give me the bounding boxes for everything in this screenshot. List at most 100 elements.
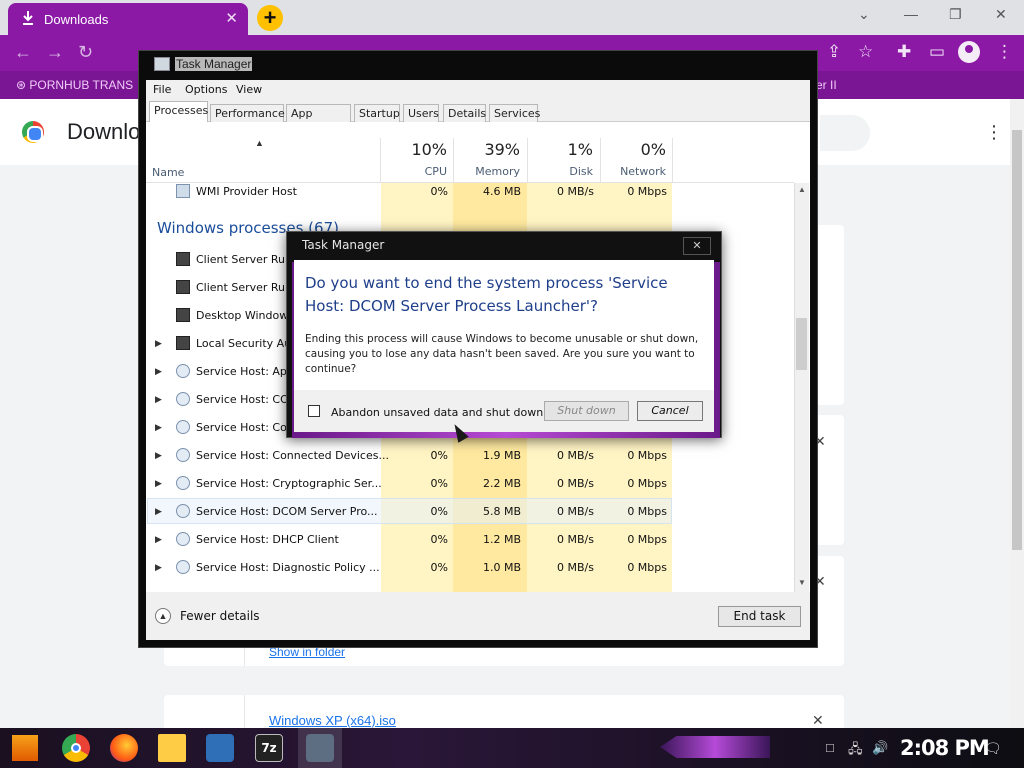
page-scrollbar-thumb[interactable] — [1012, 130, 1022, 550]
profile-icon[interactable] — [958, 41, 980, 63]
scrollbar-thumb[interactable] — [796, 318, 807, 370]
volume-icon[interactable]: 🔊 — [872, 740, 888, 756]
cpu-total[interactable]: 10% — [388, 140, 447, 159]
expand-arrow-icon[interactable]: ▶ — [155, 450, 162, 461]
process-memory: 2.2 MB — [482, 477, 521, 490]
expand-arrow-icon[interactable]: ▶ — [155, 534, 162, 545]
process-name[interactable]: Service Host: DHCP Client — [196, 533, 339, 546]
column-network[interactable]: Network — [606, 165, 666, 178]
file-explorer-icon[interactable] — [158, 734, 186, 762]
forward-button[interactable]: → — [46, 42, 64, 63]
tab-users[interactable]: Users — [403, 104, 439, 122]
minimize-button[interactable]: — — [904, 6, 918, 22]
expand-arrow-icon[interactable]: ▶ — [155, 394, 162, 405]
process-name[interactable]: WMI Provider Host — [196, 185, 297, 198]
fewer-details-icon[interactable]: ▲ — [155, 608, 171, 624]
process-disk: 0 MB/s — [557, 449, 594, 462]
column-cpu[interactable]: CPU — [388, 165, 447, 178]
menu-file[interactable]: File — [153, 83, 171, 96]
network-total[interactable]: 0% — [606, 140, 666, 159]
expand-arrow-icon[interactable]: ▶ — [155, 506, 162, 517]
process-name[interactable]: Local Security Au — [196, 337, 291, 350]
tab-details[interactable]: Details — [443, 104, 486, 122]
notification-icon[interactable]: 🗨 — [984, 740, 1002, 757]
service-gear-icon — [176, 504, 190, 518]
bookmark-item[interactable]: ⊛ PORNHUB TRANS — [16, 78, 133, 92]
column-name[interactable]: Name — [152, 166, 184, 179]
process-network: 0 Mbps — [627, 185, 667, 198]
tab-processes[interactable]: Processes — [149, 101, 208, 123]
7zip-icon[interactable]: 7z — [255, 734, 283, 762]
page-menu-icon[interactable]: ⋮ — [985, 122, 1003, 143]
column-separator — [672, 138, 673, 183]
abandon-data-label[interactable]: Abandon unsaved data and shut down. — [331, 406, 547, 419]
process-name[interactable]: Desktop Window — [196, 309, 288, 322]
cancel-button[interactable]: Cancel — [637, 401, 703, 421]
expand-arrow-icon[interactable]: ▶ — [155, 338, 162, 349]
tab-services[interactable]: Services — [489, 104, 540, 122]
tab-performance[interactable]: Performance — [210, 104, 285, 122]
process-disk: 0 MB/s — [557, 477, 594, 490]
extensions-icon[interactable]: ✚ — [897, 42, 911, 62]
fewer-details-button[interactable]: Fewer details — [180, 609, 260, 623]
task-manager-icon[interactable] — [306, 734, 334, 762]
firefox-icon[interactable] — [110, 734, 138, 762]
memory-total[interactable]: 39% — [460, 140, 520, 159]
process-name[interactable]: Client Server Run — [196, 281, 292, 294]
expand-arrow-icon[interactable]: ▶ — [155, 478, 162, 489]
bookmark-item-right[interactable]: er II — [816, 78, 837, 92]
download-file-link[interactable]: Windows XP (x64).iso — [269, 713, 396, 728]
process-name[interactable]: Service Host: App — [196, 365, 294, 378]
tab-close-icon[interactable]: ✕ — [225, 9, 238, 27]
process-cpu: 0% — [430, 561, 448, 574]
network-icon[interactable]: 🖧 — [848, 740, 863, 762]
process-name[interactable]: Service Host: DCOM Server Pro... — [196, 505, 378, 518]
tab-app-history[interactable]: App history — [286, 104, 351, 133]
reload-button[interactable]: ↻ — [78, 42, 93, 63]
tab-search-icon[interactable]: ⌄ — [858, 6, 870, 23]
start-button[interactable] — [12, 735, 38, 761]
tab-startup[interactable]: Startup — [354, 104, 400, 122]
scroll-down-icon[interactable]: ▼ — [798, 578, 806, 587]
process-name[interactable]: Service Host: CO — [196, 393, 289, 406]
back-button[interactable]: ← — [14, 42, 32, 63]
process-name[interactable]: Service Host: Diagnostic Policy ... — [196, 561, 380, 574]
column-separator — [380, 138, 381, 183]
dialog-close-button[interactable]: ✕ — [683, 237, 711, 255]
share-icon[interactable]: ⇪ — [827, 42, 841, 62]
column-memory[interactable]: Memory — [460, 165, 520, 178]
window-close-button[interactable]: ✕ — [995, 6, 1007, 23]
expand-arrow-icon[interactable]: ▶ — [155, 562, 162, 573]
process-cpu: 0% — [430, 477, 448, 490]
tab-downloads[interactable]: Downloads ✕ — [8, 3, 248, 35]
virtualbox-icon[interactable] — [206, 734, 234, 762]
expand-arrow-icon[interactable]: ▶ — [155, 366, 162, 377]
menu-icon[interactable]: ⋮ — [996, 42, 1013, 62]
star-icon[interactable]: ☆ — [858, 42, 873, 62]
menu-options[interactable]: Options — [185, 83, 227, 96]
menu-view[interactable]: View — [236, 83, 262, 96]
scroll-up-icon[interactable]: ▲ — [798, 185, 806, 194]
process-name[interactable]: Service Host: Cor — [196, 421, 291, 434]
new-tab-button[interactable]: + — [257, 5, 283, 31]
clock[interactable]: 2:08 PM — [900, 736, 990, 760]
column-disk[interactable]: Disk — [534, 165, 593, 178]
process-memory: 1.9 MB — [482, 449, 521, 462]
end-task-button[interactable]: End task — [718, 606, 801, 627]
process-name[interactable]: Client Server Run — [196, 253, 292, 266]
shut-down-button[interactable]: Shut down — [544, 401, 629, 421]
restore-button[interactable]: ❐ — [949, 6, 962, 23]
process-name[interactable]: Service Host: Cryptographic Ser... — [196, 477, 382, 490]
bookmark-label: PORNHUB TRANS — [29, 78, 134, 92]
remove-download-icon[interactable]: ✕ — [812, 712, 824, 729]
process-list-scrollbar[interactable] — [794, 183, 809, 592]
sidebar-icon[interactable]: ▭ — [929, 42, 945, 62]
expand-arrow-icon[interactable]: ▶ — [155, 422, 162, 433]
disk-total[interactable]: 1% — [534, 140, 593, 159]
search-downloads-input[interactable] — [820, 115, 870, 151]
process-name[interactable]: Service Host: Connected Devices... — [196, 449, 389, 462]
abandon-data-checkbox[interactable] — [308, 405, 320, 417]
tray-desktop-icon[interactable]: □ — [826, 740, 834, 755]
process-icon — [176, 252, 190, 266]
taskbar-decoration — [660, 736, 770, 758]
